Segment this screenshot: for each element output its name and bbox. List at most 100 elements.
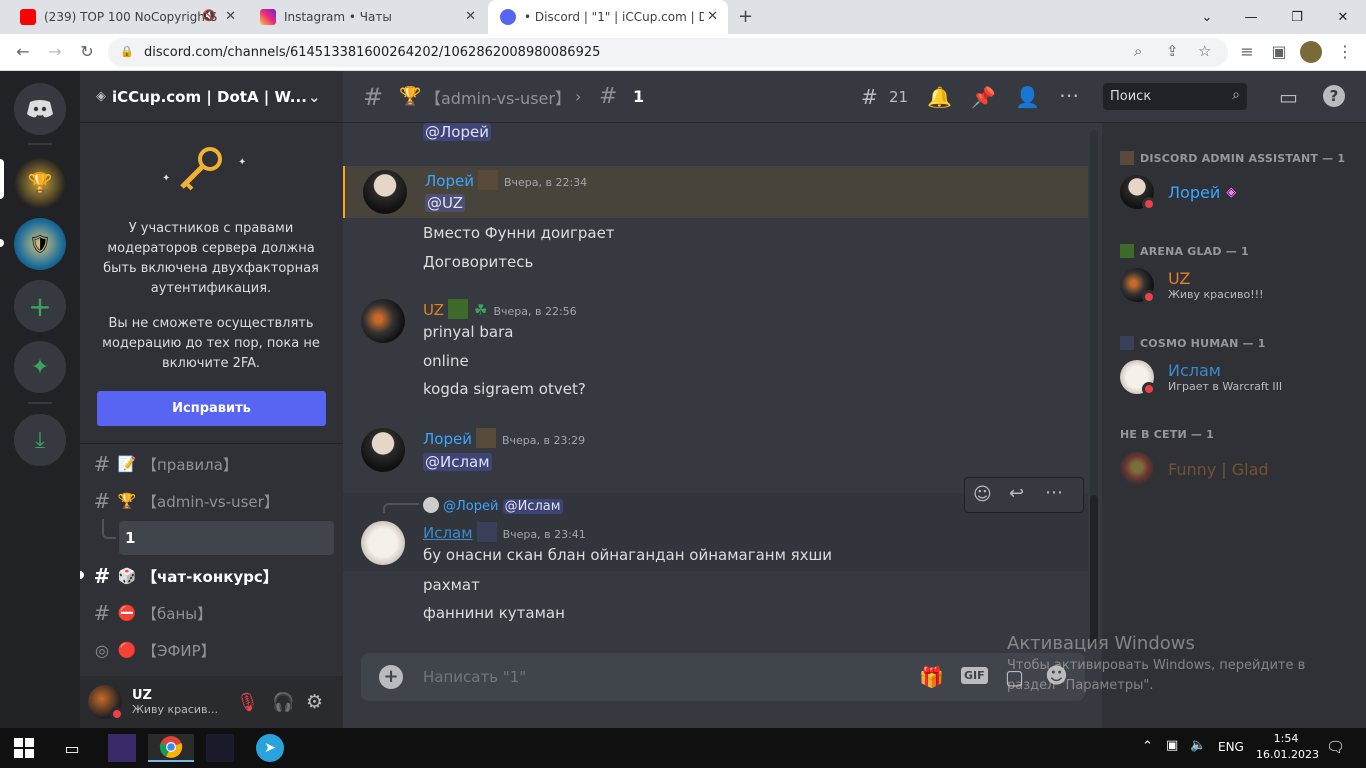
url-field[interactable]: 🔒 discord.com/channels/61451338160026420… [108,38,1228,67]
volume-icon[interactable]: 🔈 [1190,738,1206,753]
taskbar-telegram-icon[interactable]: ➤ [256,734,284,762]
server-icon-iccup[interactable]: 🏆 [14,157,66,209]
menu-icon[interactable]: ⋮ [1334,42,1356,61]
channel-name: 【правила】 [142,455,238,474]
user-status: Живу красив... [132,703,219,716]
taskbar-chrome-icon[interactable] [148,734,194,762]
profile-avatar[interactable] [1300,41,1322,63]
fix-button[interactable]: Исправить [97,391,326,426]
star-icon[interactable]: ☆ [1198,42,1211,60]
help-icon[interactable]: ? [1323,85,1345,107]
server-name: iCCup.com | DotA | W... [112,87,307,106]
inbox-icon[interactable]: ▭ [1279,85,1298,109]
reading-list-icon[interactable]: ≡ [1236,42,1258,61]
channel-bans[interactable]: # ⛔ 【баны】 [88,596,334,630]
channel-rules[interactable]: # 📝 【правила】 [88,447,334,481]
author-name[interactable]: Ислам [423,524,473,542]
add-reaction-icon[interactable]: ☺ [973,484,992,505]
windows-start-icon[interactable] [10,734,38,762]
tab-title: • Discord | "1" | iCCup.com | DotA [524,10,704,24]
channel-contest[interactable]: # 🎲 【чат-конкурс】 [88,559,334,593]
member-uz[interactable]: UZ Живу красиво!!! [1120,268,1264,304]
browser-tab-instagram[interactable]: Instagram • Чаты ✕ [248,0,486,34]
author-name[interactable]: UZ [423,301,444,319]
zoom-icon[interactable]: ⌕ [1134,42,1142,60]
notification-icon[interactable]: 🗨 [1326,738,1345,756]
channel-name: 【чат-конкурс】 [142,567,278,586]
mention[interactable]: @Ислам [423,453,492,471]
server-icon-secondary[interactable]: 🛡 [14,218,66,270]
mention[interactable]: @Лорей [423,123,491,141]
reply-preview[interactable]: @Лорей @Ислам [423,497,563,514]
browser-tab-discord[interactable]: • Discord | "1" | iCCup.com | DotA ✕ [488,0,728,34]
thread-1[interactable]: 1 [119,521,334,555]
avatar[interactable] [361,521,405,565]
close-window-icon[interactable]: ✕ [1320,0,1366,34]
gift-icon[interactable]: 🎁 [919,665,944,689]
channel-admin-vs-user[interactable]: # 🏆 【admin-vs-user】 [88,484,334,518]
parent-channel-link[interactable]: 【admin-vs-user】 [425,85,571,109]
share-icon[interactable]: ⇪ [1166,42,1179,60]
gif-icon[interactable]: GIF [961,667,988,684]
message-content: Договоритесь [423,253,534,271]
mention[interactable]: @UZ [425,194,465,212]
explore-icon[interactable]: ✦ [14,341,66,393]
more-icon[interactable]: ⋯ [1059,83,1079,107]
server-list: 🏆 🛡 + ✦ ⤓ [0,71,80,728]
forward-icon[interactable]: → [44,42,66,61]
task-view-icon[interactable]: ▭ [58,734,86,762]
add-server-icon[interactable]: + [14,280,66,332]
reply-icon[interactable]: ↩ [1009,483,1024,504]
scrollbar-thumb[interactable] [1090,495,1098,645]
message-composer[interactable]: + Написать "1" 🎁 GIF ▢ ☻ [361,653,1085,701]
message-content: kogda sigraem otvet? [423,380,586,398]
member-islam[interactable]: Ислам Играет в Warcraft III [1120,360,1282,396]
more-icon[interactable]: ⋯ [1045,482,1063,503]
members-icon[interactable]: 👤 [1015,85,1040,109]
network-icon[interactable]: ▣ [1166,738,1178,753]
pin-icon[interactable]: 📌 [971,85,996,109]
author-name[interactable]: Лорей [423,430,472,448]
mic-muted-icon[interactable]: 🎙 [236,692,259,713]
bell-icon[interactable]: 🔔 [927,85,952,109]
close-icon[interactable]: ✕ [225,9,236,24]
browser-tab-strip: (239) TOP 100 NoCopyrightS 🔇 ✕ Instagram… [0,0,1366,34]
headphones-icon[interactable]: 🎧 [272,692,294,713]
chevron-down-icon[interactable]: ⌄ [1184,0,1230,34]
back-icon[interactable]: ← [12,42,34,61]
channel-stage[interactable]: ◎ 🔴 【ЭФИР】 [88,633,334,667]
avatar[interactable] [361,428,405,472]
minimize-icon[interactable]: — [1228,0,1274,34]
clock[interactable]: 1:54 16.01.2023 [1256,732,1319,761]
chevron-up-icon[interactable]: ⌃ [1142,739,1153,754]
member-funny-glad[interactable]: Funny | Glad [1120,452,1269,486]
avatar[interactable] [363,170,407,214]
avatar[interactable] [361,299,405,343]
maximize-icon[interactable]: ❐ [1274,0,1320,34]
taskbar-warcraft-icon[interactable] [206,734,234,762]
upload-plus-icon[interactable]: + [379,665,403,689]
threads-icon[interactable]: # [861,85,878,109]
taskbar-app-game-icon[interactable] [108,734,136,762]
sidebar-icon[interactable]: ▣ [1268,42,1290,61]
hash-icon: # [93,601,111,625]
close-icon[interactable]: ✕ [465,9,476,24]
browser-tab-youtube[interactable]: (239) TOP 100 NoCopyrightS 🔇 ✕ [8,0,246,34]
download-icon[interactable]: ⤓ [14,414,66,466]
mute-icon[interactable]: 🔇 [202,9,216,22]
search-input[interactable]: Поиск ⌕ [1103,83,1247,110]
language-indicator[interactable]: ENG [1218,740,1244,754]
boost-icon: ◈ [96,89,106,104]
new-tab-icon[interactable]: + [738,6,753,27]
channel-sidebar: ◈ iCCup.com | DotA | W... ⌄ ✦ ✦ У участни… [80,71,343,728]
member-lorey[interactable]: Лорей ◈ [1120,175,1236,211]
close-icon[interactable]: ✕ [707,9,718,24]
message-list: @Лорей Лорей Вчера, в 22:34 @UZ Вместо Фу… [343,123,1088,648]
author-name[interactable]: Лорей [425,172,474,190]
role-icon [1120,151,1134,165]
server-header[interactable]: ◈ iCCup.com | DotA | W... ⌄ [80,71,343,123]
reload-icon[interactable]: ↻ [76,42,98,61]
settings-gear-icon[interactable]: ⚙ [306,691,323,713]
avatar[interactable] [88,685,124,721]
discord-home-icon[interactable] [14,83,66,135]
